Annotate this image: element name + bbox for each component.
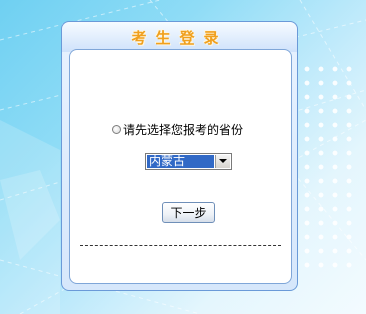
panel-body: 请先选择您报考的省份 内蒙古 下一步 bbox=[69, 49, 292, 284]
dashed-divider bbox=[80, 245, 281, 246]
province-select[interactable]: 内蒙古 bbox=[145, 153, 232, 170]
dot-pattern bbox=[300, 62, 360, 272]
province-select-value: 内蒙古 bbox=[147, 155, 214, 168]
panel-title: 考生登录 bbox=[131, 29, 228, 47]
chevron-down-icon[interactable] bbox=[215, 155, 230, 168]
login-panel: 考生登录 请先选择您报考的省份 内蒙古 下一步 bbox=[61, 21, 298, 291]
next-step-button[interactable]: 下一步 bbox=[162, 202, 215, 223]
radio-icon[interactable] bbox=[112, 125, 121, 134]
panel-title-bar: 考生登录 bbox=[62, 22, 297, 52]
province-prompt-label: 请先选择您报考的省份 bbox=[123, 123, 244, 137]
province-prompt: 请先选择您报考的省份 bbox=[112, 121, 243, 138]
